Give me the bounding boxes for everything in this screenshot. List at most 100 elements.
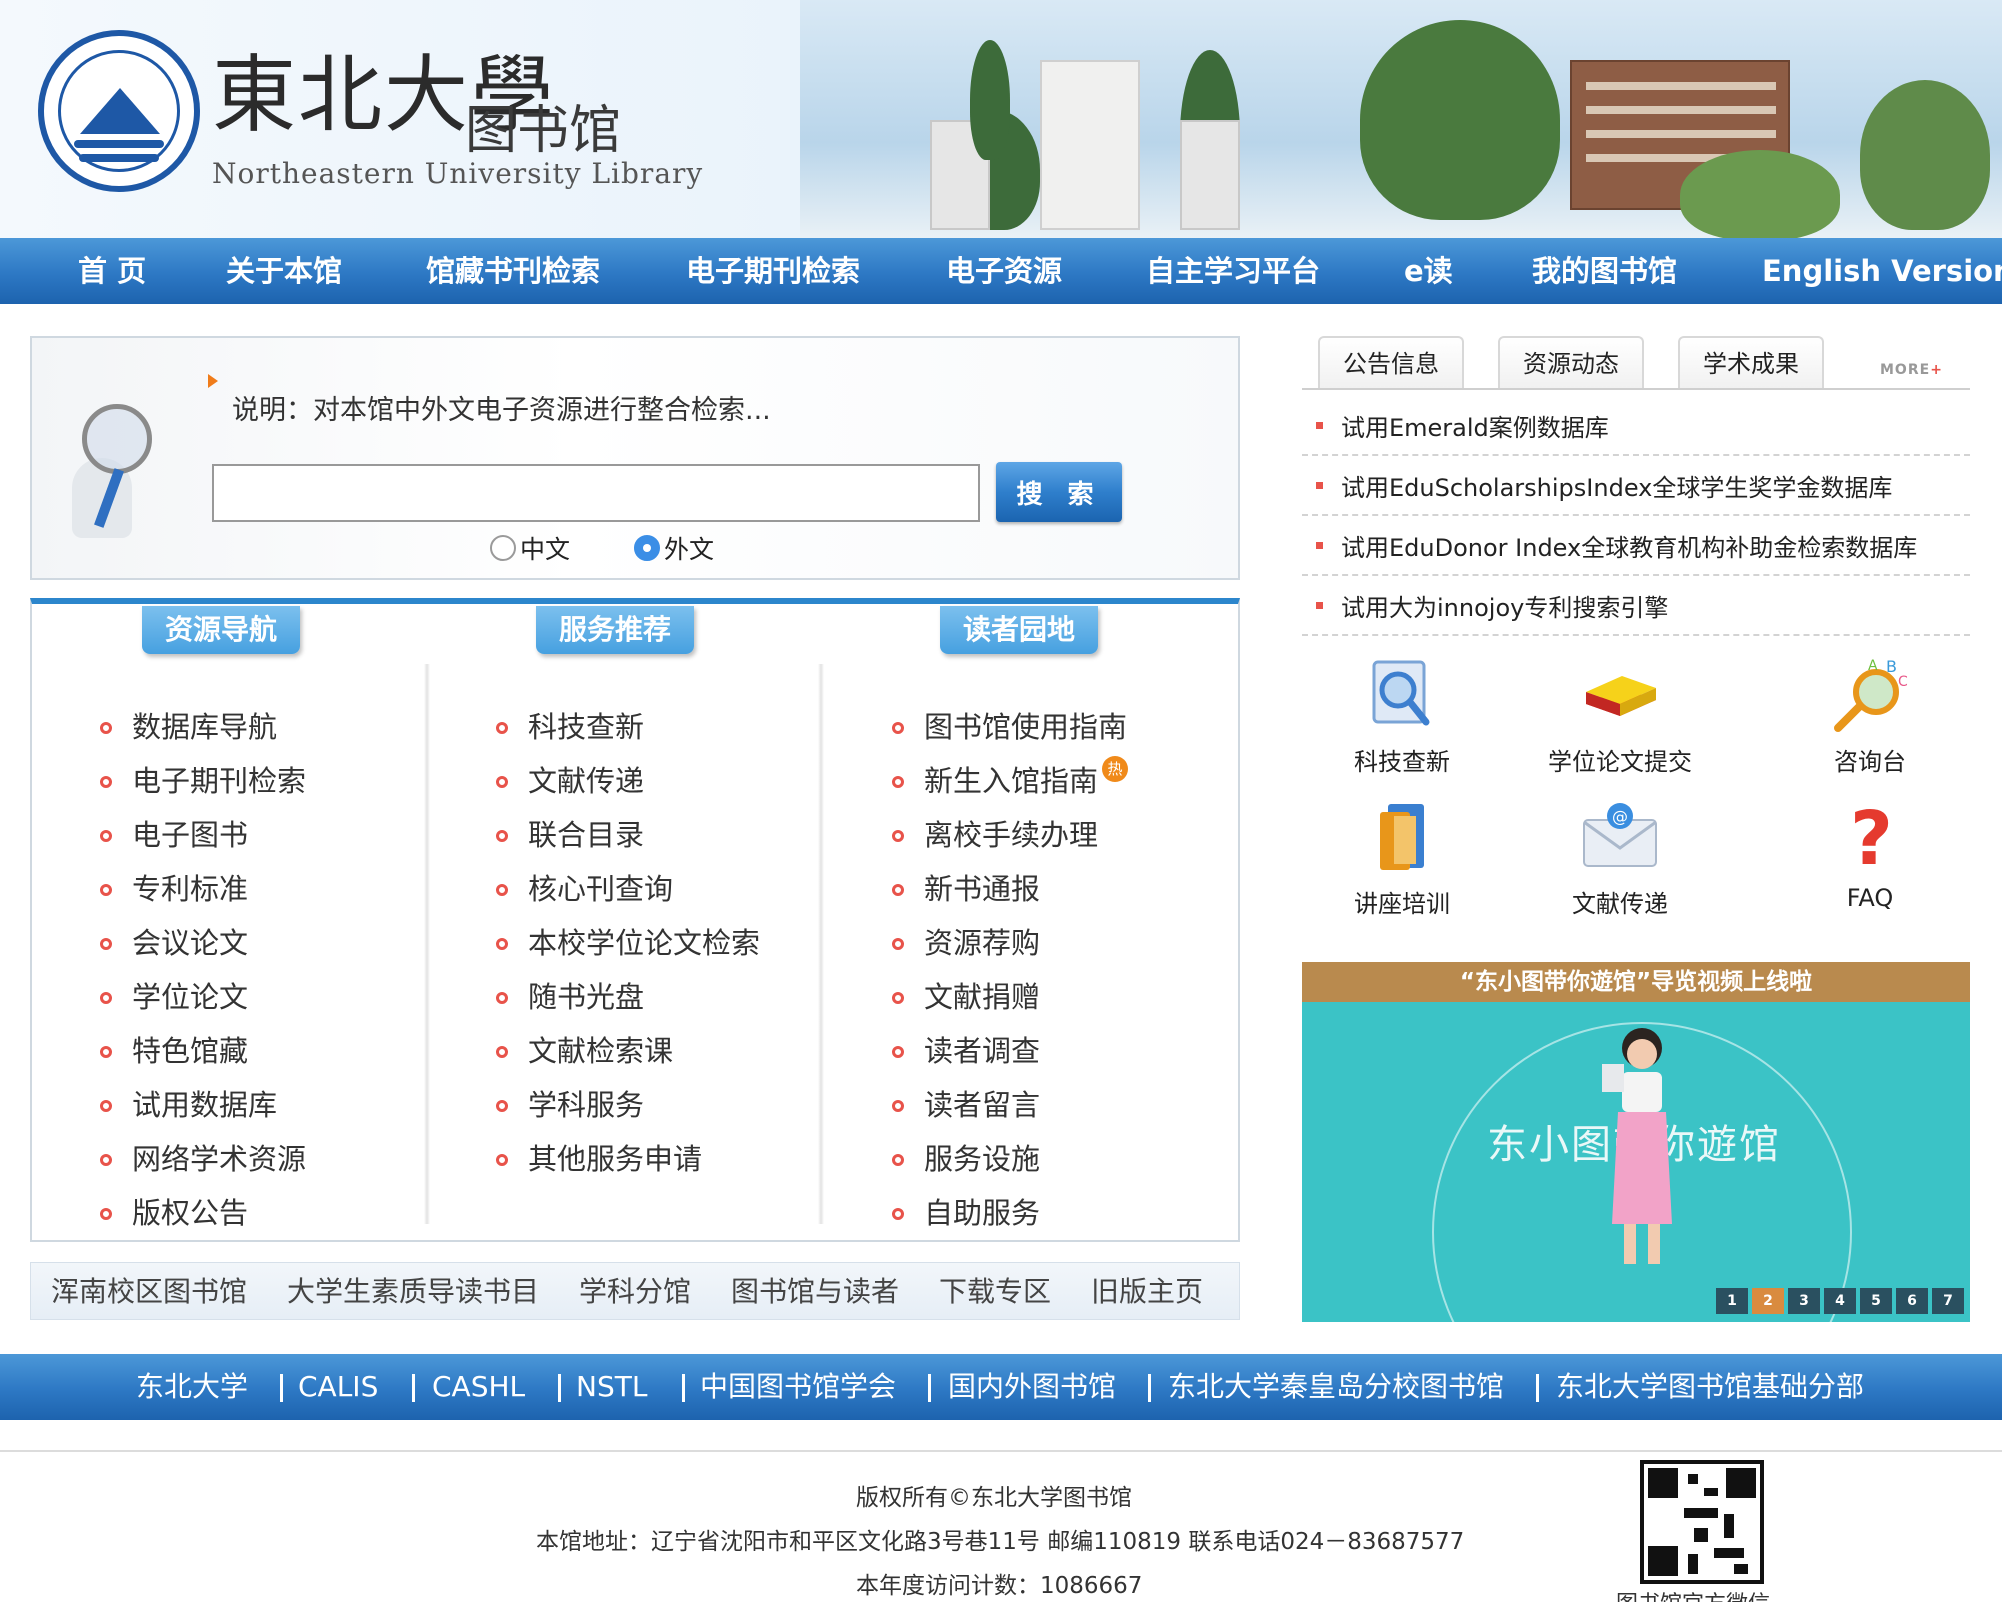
link-downloads[interactable]: 下载专区 (939, 1263, 1051, 1321)
nav-e-read[interactable]: e读 (1404, 238, 1453, 304)
nav-e-resources[interactable]: 电子资源 (946, 238, 1062, 304)
tab-announcements[interactable]: 公告信息 (1318, 336, 1464, 388)
pager-button[interactable]: 7 (1932, 1288, 1964, 1314)
footer-link-basic-branch[interactable]: 东北大学图书馆基础分部 (1556, 1354, 1864, 1420)
footer-link-neu[interactable]: 东北大学 (136, 1354, 248, 1420)
list-item[interactable]: 资源荐购 (892, 914, 1128, 968)
list-item[interactable]: 试用数据库 (100, 1076, 306, 1130)
list-item-label: 文献检索课 (528, 1034, 674, 1068)
list-item[interactable]: 其他服务申请 (496, 1130, 760, 1184)
nav-english-version[interactable]: English Version (1762, 238, 2002, 304)
list-item[interactable]: 随书光盘 (496, 968, 760, 1022)
tab-academic-achievements[interactable]: 学术成果 (1678, 336, 1824, 388)
campus-banner-image (800, 0, 2002, 238)
list-item[interactable]: 离校手续办理 (892, 806, 1128, 860)
qr-label: 图书馆官方微信 (1616, 1586, 1770, 1602)
tab-reader-garden[interactable]: 读者园地 (940, 606, 1098, 654)
list-item[interactable]: 电子图书 (100, 806, 306, 860)
list-item[interactable]: 文献检索课 (496, 1022, 760, 1076)
list-item-label: 图书馆使用指南 (924, 710, 1128, 744)
pager-button-active[interactable]: 2 (1752, 1288, 1784, 1314)
list-item[interactable]: 新书通报 (892, 860, 1128, 914)
news-item[interactable]: 试用大为innojoy专利搜索引擎 (1302, 576, 1970, 636)
search-input[interactable] (212, 464, 980, 522)
list-item[interactable]: 数据库导航 (100, 698, 306, 752)
tab-resource-updates[interactable]: 资源动态 (1498, 336, 1644, 388)
question-mark-icon: ? (1828, 796, 1912, 882)
tab-resource-navigation[interactable]: 资源导航 (142, 606, 300, 654)
more-button[interactable]: MORE+ (1880, 362, 1943, 378)
footer-link-libraries[interactable]: 国内外图书馆 (948, 1354, 1116, 1420)
list-item-label: 版权公告 (132, 1196, 249, 1230)
list-item[interactable]: 本校学位论文检索 (496, 914, 760, 968)
list-item[interactable]: 自助服务 (892, 1184, 1128, 1238)
list-item[interactable]: 文献捐赠 (892, 968, 1128, 1022)
bullet-icon (1316, 541, 1323, 549)
list-item-label: 专利标准 (132, 872, 249, 906)
list-item[interactable]: 学科服务 (496, 1076, 760, 1130)
list-item[interactable]: 核心刊查询 (496, 860, 760, 914)
quick-icon-document-delivery[interactable]: @ 文献传递 (1520, 798, 1720, 919)
university-seal-logo[interactable] (38, 30, 200, 192)
news-item[interactable]: 试用Emerald案例数据库 (1302, 396, 1970, 456)
search-description: 说明：对本馆中外文电子资源进行整合检索... (232, 395, 771, 426)
video-banner[interactable]: “东小图带你遊馆”导览视频上线啦 东小图带你遊馆 1 2 3 4 5 6 7 (1302, 962, 1970, 1322)
news-item[interactable]: 试用EduScholarshipsIndex全球学生奖学金数据库 (1302, 456, 1970, 516)
wechat-qr-code (1640, 1460, 1764, 1584)
quick-icon-faq[interactable]: ? FAQ (1770, 796, 1970, 912)
list-item[interactable]: 特色馆藏 (100, 1022, 306, 1076)
list-item[interactable]: 服务设施 (892, 1130, 1128, 1184)
list-item[interactable]: 会议论文 (100, 914, 306, 968)
pager-button[interactable]: 5 (1860, 1288, 1892, 1314)
radio-foreign[interactable]: 外文 (634, 530, 714, 566)
nav-ejournal-search[interactable]: 电子期刊检索 (686, 238, 860, 304)
pager-button[interactable]: 4 (1824, 1288, 1856, 1314)
nav-self-study[interactable]: 自主学习平台 (1146, 238, 1320, 304)
list-item[interactable]: 文献传递 (496, 752, 760, 806)
link-reading-list[interactable]: 大学生素质导读书目 (287, 1263, 539, 1321)
list-item[interactable]: 网络学术资源 (100, 1130, 306, 1184)
list-item-label: 电子期刊检索 (132, 764, 307, 798)
nav-catalog-search[interactable]: 馆藏书刊检索 (426, 238, 600, 304)
link-library-and-readers[interactable]: 图书馆与读者 (731, 1263, 899, 1321)
nav-my-library[interactable]: 我的图书馆 (1532, 238, 1677, 304)
footer-link-calis[interactable]: CALIS (298, 1354, 378, 1420)
quick-icon-novelty-search[interactable]: 科技查新 (1302, 656, 1502, 777)
news-item[interactable]: 试用EduDonor Index全球教育机构补助金检索数据库 (1302, 516, 1970, 576)
link-subject-branches[interactable]: 学科分馆 (579, 1263, 691, 1321)
list-item[interactable]: 图书馆使用指南 (892, 698, 1128, 752)
pager-button[interactable]: 1 (1716, 1288, 1748, 1314)
radio-foreign-circle[interactable] (634, 535, 660, 561)
pager-button[interactable]: 3 (1788, 1288, 1820, 1314)
list-item[interactable]: 学位论文 (100, 968, 306, 1022)
quick-icon-help-desk[interactable]: BA C 咨询台 (1770, 656, 1970, 777)
slide-pager: 1 2 3 4 5 6 7 (1712, 1288, 1964, 1314)
list-item[interactable]: 电子期刊检索 (100, 752, 306, 806)
footer-link-library-society[interactable]: 中国图书馆学会 (700, 1354, 896, 1420)
list-item[interactable]: 版权公告 (100, 1184, 306, 1238)
footer-link-qinhuangdao[interactable]: 东北大学秦皇岛分校图书馆 (1168, 1354, 1504, 1420)
list-item[interactable]: 科技查新 (496, 698, 760, 752)
list-item[interactable]: 读者留言 (892, 1076, 1128, 1130)
list-item[interactable]: 专利标准 (100, 860, 306, 914)
list-item[interactable]: 读者调查 (892, 1022, 1128, 1076)
bullet-icon (892, 884, 904, 896)
list-item-label: 随书光盘 (528, 980, 645, 1014)
video-presenter-image (1602, 1024, 1682, 1274)
radio-chinese[interactable]: 中文 (490, 530, 570, 566)
link-hunnan-library[interactable]: 浑南校区图书馆 (51, 1263, 247, 1321)
quick-icon-thesis-submit[interactable]: 学位论文提交 (1520, 656, 1720, 777)
search-button[interactable]: 搜 索 (996, 462, 1122, 522)
link-old-homepage[interactable]: 旧版主页 (1091, 1263, 1203, 1321)
divider (1536, 1374, 1539, 1402)
footer-link-nstl[interactable]: NSTL (576, 1354, 647, 1420)
list-item[interactable]: 联合目录 (496, 806, 760, 860)
list-item[interactable]: 新生入馆指南热 (892, 752, 1129, 806)
nav-home[interactable]: 首 页 (78, 238, 146, 304)
radio-chinese-circle[interactable] (490, 535, 516, 561)
tab-service-recommend[interactable]: 服务推荐 (536, 606, 694, 654)
nav-about[interactable]: 关于本馆 (226, 238, 342, 304)
pager-button[interactable]: 6 (1896, 1288, 1928, 1314)
footer-link-cashl[interactable]: CASHL (432, 1354, 525, 1420)
quick-icon-lecture-training[interactable]: 讲座培训 (1302, 798, 1502, 919)
